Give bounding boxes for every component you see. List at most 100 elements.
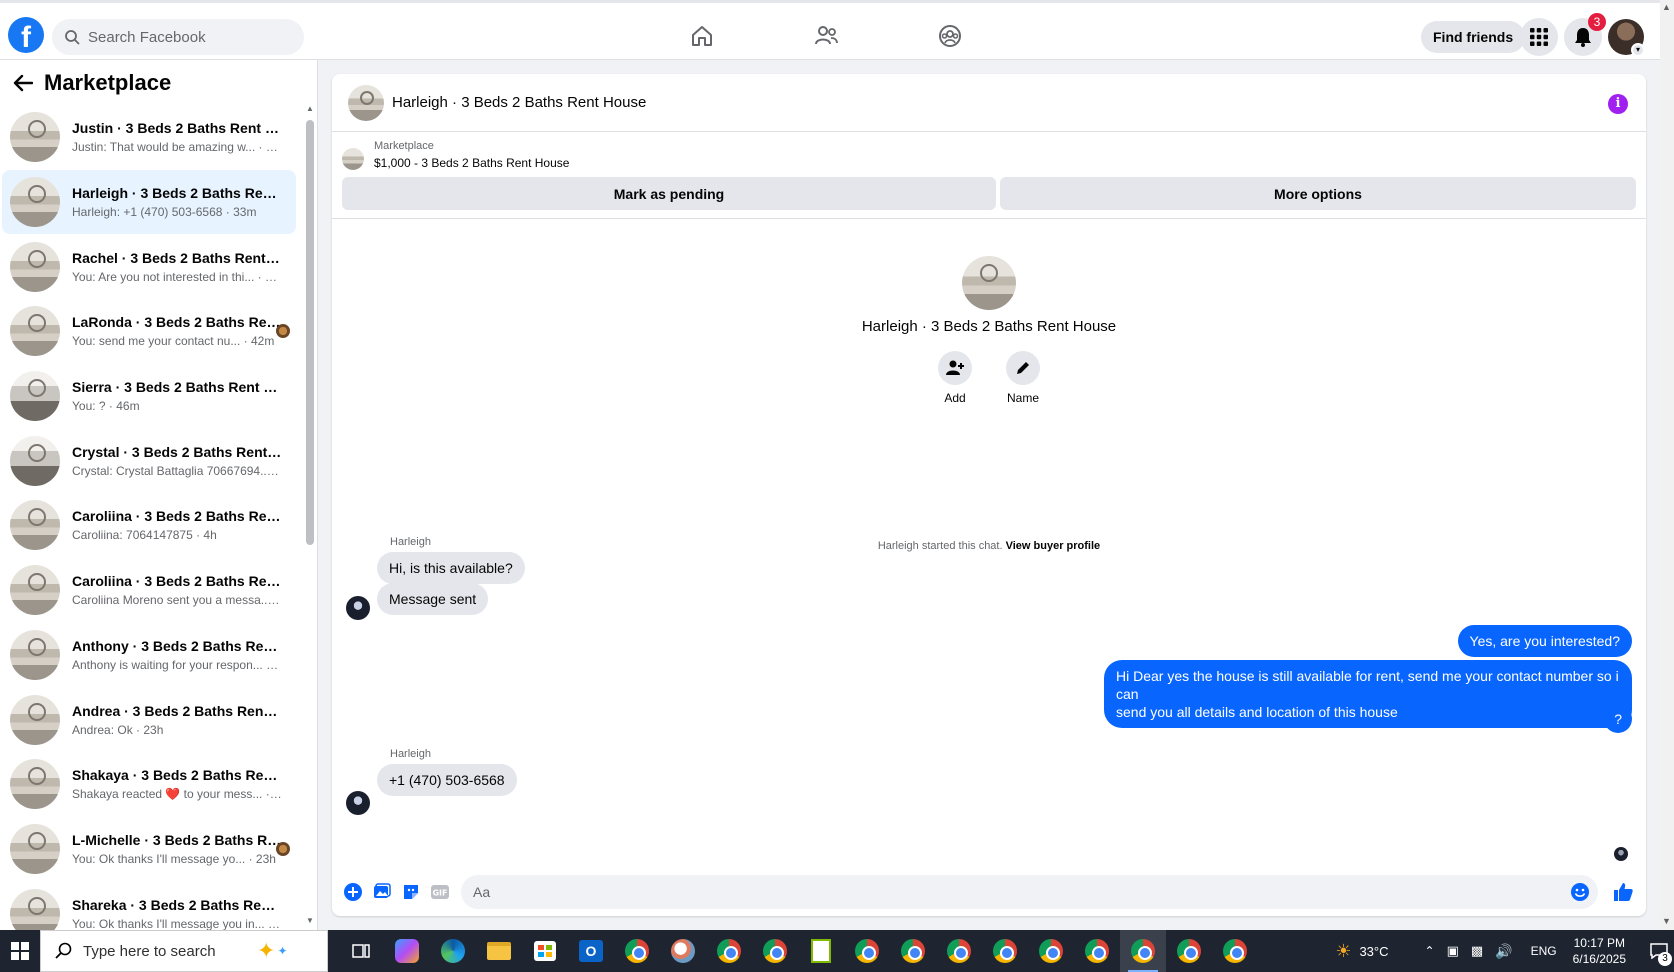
conversation-title: LaRonda · 3 Beds 2 Baths Ren... bbox=[72, 314, 282, 331]
outgoing-message[interactable]: ? bbox=[1604, 705, 1632, 733]
scrollbar-thumb[interactable] bbox=[306, 120, 314, 545]
paint-icon[interactable] bbox=[660, 930, 706, 972]
taskbar-app-list: O bbox=[338, 930, 1258, 972]
conversation-item-sierra[interactable]: Sierra · 3 Beds 2 Baths Rent Hou... You: … bbox=[2, 364, 296, 429]
search-box[interactable] bbox=[52, 19, 304, 55]
conversation-item-crystal[interactable]: Crystal · 3 Beds 2 Baths Rent Ho... Cryst… bbox=[2, 428, 296, 493]
chrome-icon[interactable] bbox=[844, 930, 890, 972]
chrome-icon[interactable] bbox=[982, 930, 1028, 972]
edge-browser-icon[interactable] bbox=[430, 930, 476, 972]
meet-icon[interactable]: ▣ bbox=[1447, 943, 1459, 959]
chrome-icon[interactable] bbox=[1166, 930, 1212, 972]
weather-widget[interactable]: ☀ 33°C bbox=[1335, 941, 1388, 962]
incoming-message[interactable]: Hi, is this available? bbox=[377, 552, 525, 584]
chat-title[interactable]: Harleigh · 3 Beds 2 Baths Rent House bbox=[392, 94, 646, 111]
network-icon[interactable]: ▩ bbox=[1471, 943, 1483, 959]
conversation-item-rachel[interactable]: Rachel · 3 Beds 2 Baths Rent Ho... You: A… bbox=[2, 234, 296, 299]
conversation-preview: Anthony is waiting for your respon... · … bbox=[72, 657, 282, 672]
facebook-logo[interactable]: f bbox=[8, 17, 44, 53]
conversation-item-caroliina-moreno[interactable]: Caroliina · 3 Beds 2 Baths Rent ... Carol… bbox=[2, 558, 296, 623]
scroll-up-icon[interactable]: ▲ bbox=[306, 105, 314, 113]
gif-icon[interactable]: GIF bbox=[427, 879, 453, 905]
sidebar-scrollbar[interactable]: ▲ ▼ bbox=[306, 105, 314, 925]
conversation-title: Sierra · 3 Beds 2 Baths Rent Hou... bbox=[72, 379, 282, 396]
friends-icon[interactable] bbox=[813, 23, 839, 49]
taskbar-search-input[interactable] bbox=[83, 942, 263, 960]
conversation-item-shakaya[interactable]: Shakaya · 3 Beds 2 Baths Rent H... Shakay… bbox=[2, 752, 296, 817]
info-icon[interactable]: i bbox=[1608, 94, 1628, 114]
conversation-item-andrea[interactable]: Andrea · 3 Beds 2 Baths Rent H... Andrea:… bbox=[2, 687, 296, 752]
chrome-icon[interactable] bbox=[890, 930, 936, 972]
home-icon[interactable] bbox=[689, 23, 715, 49]
conversation-item-laronda[interactable]: LaRonda · 3 Beds 2 Baths Ren... You: send… bbox=[2, 299, 296, 364]
photo-icon[interactable] bbox=[369, 879, 395, 905]
conversation-item-caroliina[interactable]: Caroliina · 3 Beds 2 Baths Rent ... Carol… bbox=[2, 493, 296, 558]
sticker-icon[interactable] bbox=[398, 879, 424, 905]
outgoing-message[interactable]: Yes, are you interested? bbox=[1457, 625, 1632, 657]
thumbs-up-icon[interactable] bbox=[1606, 875, 1640, 909]
profile-thumbnail[interactable] bbox=[962, 256, 1016, 310]
conversation-item-justin[interactable]: Justin · 3 Beds 2 Baths Rent Hou... Justi… bbox=[2, 105, 296, 170]
volume-icon[interactable]: 🔊 bbox=[1495, 943, 1512, 960]
conversation-preview: You: send me your contact nu... · 42m bbox=[72, 334, 275, 349]
page-scrollbar[interactable]: ▲ ▼ bbox=[1660, 0, 1674, 930]
conversation-item-anthony[interactable]: Anthony · 3 Beds 2 Baths Rent ... Anthony… bbox=[2, 623, 296, 688]
conversation-item-harleigh[interactable]: Harleigh · 3 Beds 2 Baths Rent ... Harlei… bbox=[2, 169, 296, 235]
sender-avatar[interactable] bbox=[346, 791, 370, 815]
incoming-message[interactable]: Message sent bbox=[377, 583, 489, 615]
plus-icon[interactable] bbox=[340, 879, 366, 905]
edit-name-button[interactable]: Name bbox=[1003, 351, 1043, 405]
profile-name: Harleigh · 3 Beds 2 Baths Rent House bbox=[861, 318, 1117, 335]
microsoft-store-icon[interactable] bbox=[522, 930, 568, 972]
notification-center-icon[interactable]: 3 bbox=[1644, 930, 1674, 972]
message-line: Hi Dear yes the house is still available… bbox=[1116, 668, 1619, 702]
listing-thumbnail bbox=[10, 694, 60, 745]
more-options-button[interactable]: More options bbox=[1000, 177, 1636, 210]
add-contact-button[interactable]: Add bbox=[935, 351, 975, 405]
windows-start-icon[interactable] bbox=[0, 930, 40, 972]
scroll-down-icon[interactable]: ▼ bbox=[306, 917, 314, 925]
mark-as-pending-button[interactable]: Mark as pending bbox=[342, 177, 996, 210]
scroll-down-icon[interactable]: ▼ bbox=[1662, 916, 1671, 926]
taskbar-search[interactable]: ✦ ✦ bbox=[40, 930, 328, 972]
conversation-title: Andrea · 3 Beds 2 Baths Rent H... bbox=[72, 702, 282, 719]
listing-thumbnail bbox=[10, 112, 60, 163]
incoming-message[interactable]: +1 (470) 503-6568 bbox=[377, 764, 517, 796]
clock[interactable]: 10:17 PM 6/16/2025 bbox=[1573, 935, 1626, 967]
chrome-icon[interactable] bbox=[614, 930, 660, 972]
svg-text:GIF: GIF bbox=[432, 889, 447, 898]
chrome-profile-icon[interactable] bbox=[752, 930, 798, 972]
search-input[interactable] bbox=[88, 28, 288, 46]
chrome-active-icon[interactable] bbox=[1120, 930, 1166, 972]
language-indicator[interactable]: ENG bbox=[1531, 944, 1557, 958]
find-friends-button[interactable]: Find friends bbox=[1421, 21, 1526, 53]
chrome-icon[interactable] bbox=[1028, 930, 1074, 972]
conversation-item-l-michelle[interactable]: L-Michelle · 3 Beds 2 Baths Re... You: Ok… bbox=[2, 817, 296, 882]
menu-grid-button[interactable] bbox=[1520, 18, 1558, 56]
view-buyer-profile-link[interactable]: View buyer profile bbox=[1006, 540, 1101, 552]
scroll-up-icon[interactable]: ▲ bbox=[1662, 2, 1671, 12]
groups-icon[interactable] bbox=[937, 23, 963, 49]
emoji-icon[interactable] bbox=[1570, 882, 1590, 902]
copilot-icon[interactable] bbox=[384, 930, 430, 972]
task-view-icon[interactable] bbox=[338, 930, 384, 972]
seen-avatar bbox=[276, 324, 290, 339]
sender-avatar[interactable] bbox=[346, 596, 370, 620]
chrome-icon[interactable] bbox=[936, 930, 982, 972]
chrome-profile-icon[interactable] bbox=[706, 930, 752, 972]
conversation-title: Harleigh · 3 Beds 2 Baths Rent ... bbox=[72, 185, 282, 202]
conversation-preview: Crystal: Crystal Battaglia 70667694... ·… bbox=[72, 463, 282, 478]
chat-thumbnail[interactable] bbox=[348, 84, 384, 121]
chrome-icon[interactable] bbox=[1074, 930, 1120, 972]
spreadsheet-icon[interactable] bbox=[798, 930, 844, 972]
chrome-icon[interactable] bbox=[1212, 930, 1258, 972]
back-arrow-icon[interactable] bbox=[10, 70, 36, 96]
conversation-list: Justin · 3 Beds 2 Baths Rent Hou... Justi… bbox=[0, 105, 300, 946]
listing-summary[interactable]: Marketplace $1,000 - 3 Beds 2 Baths Rent… bbox=[342, 140, 569, 170]
message-input[interactable] bbox=[461, 875, 1598, 909]
chevron-up-icon[interactable]: ⌃ bbox=[1425, 944, 1435, 958]
chevron-down-icon[interactable]: ▾ bbox=[1631, 43, 1645, 57]
file-explorer-icon[interactable] bbox=[476, 930, 522, 972]
outgoing-message[interactable]: Hi Dear yes the house is still available… bbox=[1104, 660, 1632, 728]
outlook-icon[interactable]: O bbox=[568, 930, 614, 972]
